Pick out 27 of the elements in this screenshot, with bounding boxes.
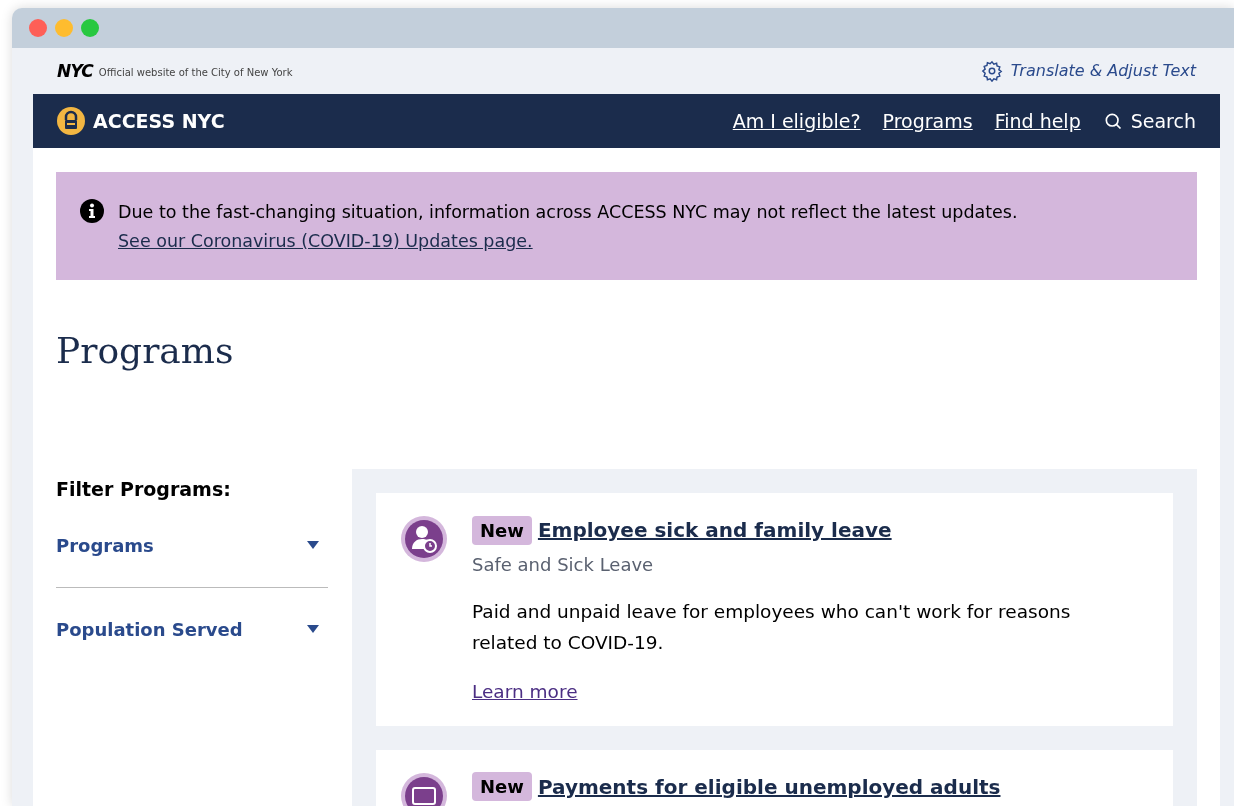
nav-link[interactable]: Am I eligible?	[732, 106, 861, 136]
caret-icon	[306, 624, 320, 634]
learn-more-link[interactable]: Learn more	[472, 678, 578, 706]
program-description: Paid and unpaid leave for employees who can't work for reasons related to COVID-19.	[472, 600, 1072, 655]
settings-icon	[980, 60, 1003, 82]
filter-toggle[interactable]: Population Served	[56, 587, 328, 657]
new-tag: New	[472, 772, 532, 802]
info-icon	[80, 199, 104, 223]
tagline: Official website of the City of New York	[98, 65, 293, 80]
brand-name: ACCESS NYC	[93, 108, 225, 134]
caret-icon	[306, 540, 320, 550]
nyc-logo: NYC	[57, 62, 93, 80]
filter-title: Filter Programs:	[56, 477, 232, 502]
program-title-link[interactable]: Payments for eligible unemployed adults	[537, 771, 1001, 802]
page-title: Programs	[56, 329, 235, 373]
alert-message: Due to the fast-changing situation, information across ACCESS NYC may not reflect the latest updates.	[118, 201, 1018, 224]
nav-link[interactable]: Programs	[882, 106, 973, 136]
program-category: Safe and Sick Leave	[472, 553, 655, 577]
translate-link[interactable]: Translate & Adjust Text	[980, 59, 1196, 83]
person-clock-icon	[400, 515, 448, 563]
program-title-link[interactable]: Employee sick and family leave	[537, 515, 892, 545]
filter-toggle[interactable]: Programs	[56, 517, 328, 588]
new-tag: New	[472, 515, 532, 545]
updates-link[interactable]: See our Coronavirus (COVID-19) Updates page.	[118, 231, 533, 251]
lock-logo-icon	[57, 107, 85, 135]
nav-link[interactable]: Find help	[994, 106, 1081, 136]
search-link[interactable]: Search	[1102, 106, 1196, 136]
